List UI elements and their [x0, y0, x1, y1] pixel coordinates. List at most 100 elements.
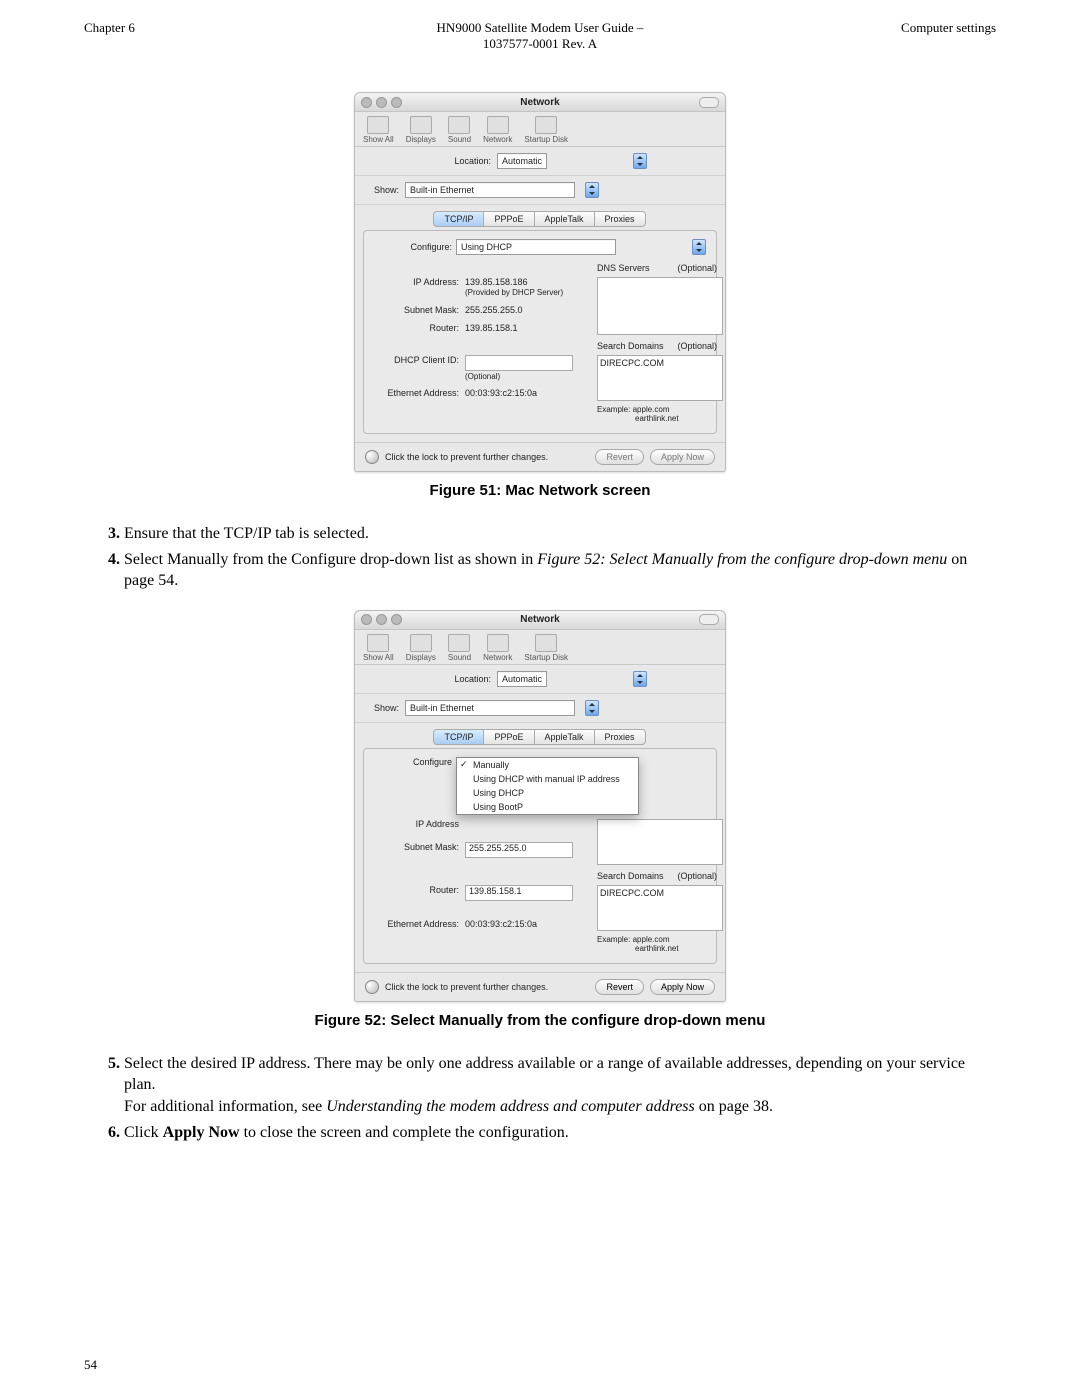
tab-proxies[interactable]: Proxies: [594, 211, 646, 227]
lock-text: Click the lock to prevent further change…: [385, 452, 548, 462]
search-domains-label: Search Domains: [597, 341, 664, 351]
step-3: Ensure that the TCP/IP tab is selected.: [124, 523, 996, 545]
example-label: Example:: [597, 405, 630, 414]
toolbar-pill-icon[interactable]: [699, 614, 719, 625]
tab-pppoe[interactable]: PPPoE: [483, 211, 534, 227]
example-value1: apple.com: [633, 405, 670, 414]
dhcp-client-label: DHCP Client ID:: [374, 355, 459, 365]
apply-now-button[interactable]: Apply Now: [650, 449, 715, 465]
show-select[interactable]: Built-in Ethernet: [405, 700, 575, 716]
tab-tcpip[interactable]: TCP/IP: [433, 729, 484, 745]
dns-servers-input[interactable]: [597, 819, 723, 865]
apply-now-button[interactable]: Apply Now: [650, 979, 715, 995]
chevron-updown-icon[interactable]: [585, 700, 599, 716]
step-5: Select the desired IP address. There may…: [124, 1053, 996, 1118]
close-icon[interactable]: [361, 97, 372, 108]
zoom-icon[interactable]: [391, 614, 402, 625]
chevron-updown-icon[interactable]: [585, 182, 599, 198]
header-right: Computer settings: [796, 20, 996, 52]
page-number: 54: [84, 1357, 97, 1373]
lock-icon[interactable]: [365, 450, 379, 464]
tab-pppoe[interactable]: PPPoE: [483, 729, 534, 745]
toolbar-sound[interactable]: Sound: [448, 634, 471, 662]
search-domains-input[interactable]: DIRECPC.COM: [597, 355, 723, 401]
search-domains-input[interactable]: DIRECPC.COM: [597, 885, 723, 931]
revert-button[interactable]: Revert: [595, 979, 644, 995]
show-label: Show:: [365, 185, 399, 195]
lock-icon[interactable]: [365, 980, 379, 994]
tab-appletalk[interactable]: AppleTalk: [534, 211, 595, 227]
chevron-updown-icon[interactable]: [633, 671, 647, 687]
toolbar-network[interactable]: Network: [483, 116, 512, 144]
ip-note: (Provided by DHCP Server): [465, 288, 563, 297]
location-select[interactable]: Automatic: [497, 153, 547, 169]
eth-label: Ethernet Address:: [374, 388, 459, 398]
minimize-icon[interactable]: [376, 97, 387, 108]
step5-cross-ref: Understanding the modem address and comp…: [326, 1098, 695, 1115]
subnet-input[interactable]: 255.255.255.0: [465, 842, 573, 858]
show-select[interactable]: Built-in Ethernet: [405, 182, 575, 198]
location-label: Location:: [433, 674, 491, 684]
dhcp-client-input[interactable]: [465, 355, 573, 371]
toolbar-displays[interactable]: Displays: [406, 116, 436, 144]
eth-label: Ethernet Address:: [374, 907, 459, 929]
close-icon[interactable]: [361, 614, 372, 625]
tab-appletalk[interactable]: AppleTalk: [534, 729, 595, 745]
step6-apply-now: Apply Now: [163, 1124, 240, 1141]
example-value2: earthlink.net: [635, 944, 679, 953]
header-center-1: HN9000 Satellite Modem User Guide –: [284, 20, 796, 36]
toolbar-network[interactable]: Network: [483, 634, 512, 662]
configure-label: Configure: [374, 757, 452, 767]
chevron-updown-icon[interactable]: [633, 153, 647, 169]
configure-dropdown-open[interactable]: Manually Using DHCP with manual IP addre…: [456, 757, 639, 815]
dns-label: DNS Servers: [597, 263, 650, 273]
location-label: Location:: [433, 156, 491, 166]
search-optional: (Optional): [677, 871, 717, 881]
toolbar-startup[interactable]: Startup Disk: [524, 634, 568, 662]
dns-servers-input[interactable]: [597, 277, 723, 335]
tab-tcpip[interactable]: TCP/IP: [433, 211, 484, 227]
window-title: Network: [355, 97, 725, 108]
fig52-window: Network Show All Displays Sound Network …: [354, 610, 726, 1002]
fig51-caption: Figure 51: Mac Network screen: [84, 482, 996, 499]
configure-select[interactable]: Using DHCP: [456, 239, 616, 255]
lock-text: Click the lock to prevent further change…: [385, 982, 548, 992]
toolbar-startup[interactable]: Startup Disk: [524, 116, 568, 144]
location-select[interactable]: Automatic: [497, 671, 547, 687]
example-value2: earthlink.net: [635, 414, 679, 423]
configure-option-dhcp-manual[interactable]: Using DHCP with manual IP address: [457, 772, 638, 786]
toolbar-sound[interactable]: Sound: [448, 116, 471, 144]
header-center-2: 1037577-0001 Rev. A: [284, 36, 796, 52]
revert-button[interactable]: Revert: [595, 449, 644, 465]
step4-figure-ref: Figure 52: Select Manually from the conf…: [537, 551, 947, 568]
eth-value: 00:03:93:c2:15:0a: [465, 907, 573, 929]
window-title: Network: [355, 614, 725, 625]
minimize-icon[interactable]: [376, 614, 387, 625]
fig51-window: Network Show All Displays Sound Network …: [354, 92, 726, 472]
example-value1: apple.com: [633, 935, 670, 944]
toolbar-show-all[interactable]: Show All: [363, 116, 394, 144]
example-label: Example:: [597, 935, 630, 944]
zoom-icon[interactable]: [391, 97, 402, 108]
page-header: Chapter 6 HN9000 Satellite Modem User Gu…: [84, 20, 996, 52]
search-domains-label: Search Domains: [597, 871, 664, 881]
dns-optional: (Optional): [677, 263, 717, 273]
ip-label: IP Address: [374, 819, 459, 829]
subnet-label: Subnet Mask:: [374, 842, 459, 852]
toolbar-show-all[interactable]: Show All: [363, 634, 394, 662]
configure-option-bootp[interactable]: Using BootP: [457, 800, 638, 814]
toolbar-displays[interactable]: Displays: [406, 634, 436, 662]
configure-option-manually[interactable]: Manually: [457, 758, 638, 772]
search-optional: (Optional): [677, 341, 717, 351]
chevron-updown-icon[interactable]: [692, 239, 706, 255]
router-label: Router:: [374, 323, 459, 333]
instruction-list-b: Select the desired IP address. There may…: [124, 1053, 996, 1143]
router-input[interactable]: 139.85.158.1: [465, 885, 573, 901]
dhcp-client-note: (Optional): [465, 372, 573, 381]
toolbar-pill-icon[interactable]: [699, 97, 719, 108]
configure-option-dhcp[interactable]: Using DHCP: [457, 786, 638, 800]
step-4: Select Manually from the Configure drop-…: [124, 549, 996, 592]
tab-proxies[interactable]: Proxies: [594, 729, 646, 745]
show-label: Show:: [365, 703, 399, 713]
subnet-label: Subnet Mask:: [374, 305, 459, 315]
